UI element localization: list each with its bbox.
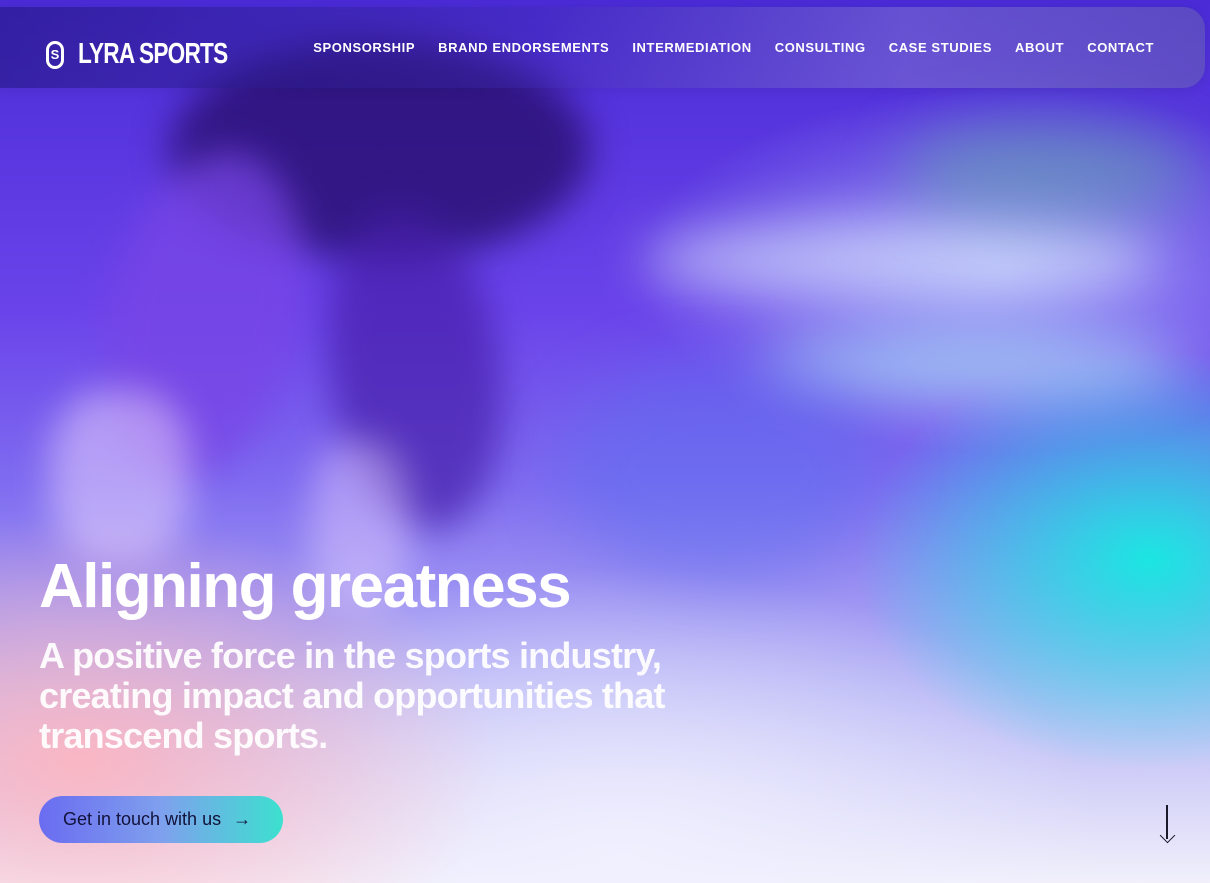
motion-streak <box>900 120 1200 220</box>
arrow-right-icon: → <box>233 809 252 829</box>
nav-link-case-studies[interactable]: CASE STUDIES <box>889 40 992 55</box>
motion-streak <box>640 220 1160 300</box>
hero-headline: Aligning greatness <box>39 552 572 621</box>
nav-link-contact[interactable]: CONTACT <box>1087 40 1154 55</box>
hero-subheadline: A positive force in the sports industry,… <box>39 635 665 756</box>
top-navbar: S LYRA SPORTS SPONSORSHIP BRAND ENDORSEM… <box>0 7 1205 88</box>
brand-logo[interactable]: S LYRA SPORTS <box>46 38 270 71</box>
get-in-touch-button[interactable]: Get in touch with us → <box>39 796 283 843</box>
logo-mark-icon: S <box>46 40 64 69</box>
brand-name: LYRA SPORTS <box>78 38 228 70</box>
nav-link-consulting[interactable]: CONSULTING <box>775 40 866 55</box>
nav-link-sponsorship[interactable]: SPONSORSHIP <box>313 40 415 55</box>
main-nav: SPONSORSHIP BRAND ENDORSEMENTS INTERMEDI… <box>313 40 1154 55</box>
scroll-arrow-head <box>1159 827 1175 844</box>
nav-link-about[interactable]: ABOUT <box>1015 40 1064 55</box>
get-in-touch-label: Get in touch with us <box>63 809 222 829</box>
athlete-sock-shape <box>50 390 190 560</box>
scroll-down-arrow-icon[interactable] <box>1157 805 1177 847</box>
nav-link-brand-endorsements[interactable]: BRAND ENDORSEMENTS <box>438 40 609 55</box>
nav-link-intermediation[interactable]: INTERMEDIATION <box>632 40 751 55</box>
motion-streak <box>560 360 880 580</box>
